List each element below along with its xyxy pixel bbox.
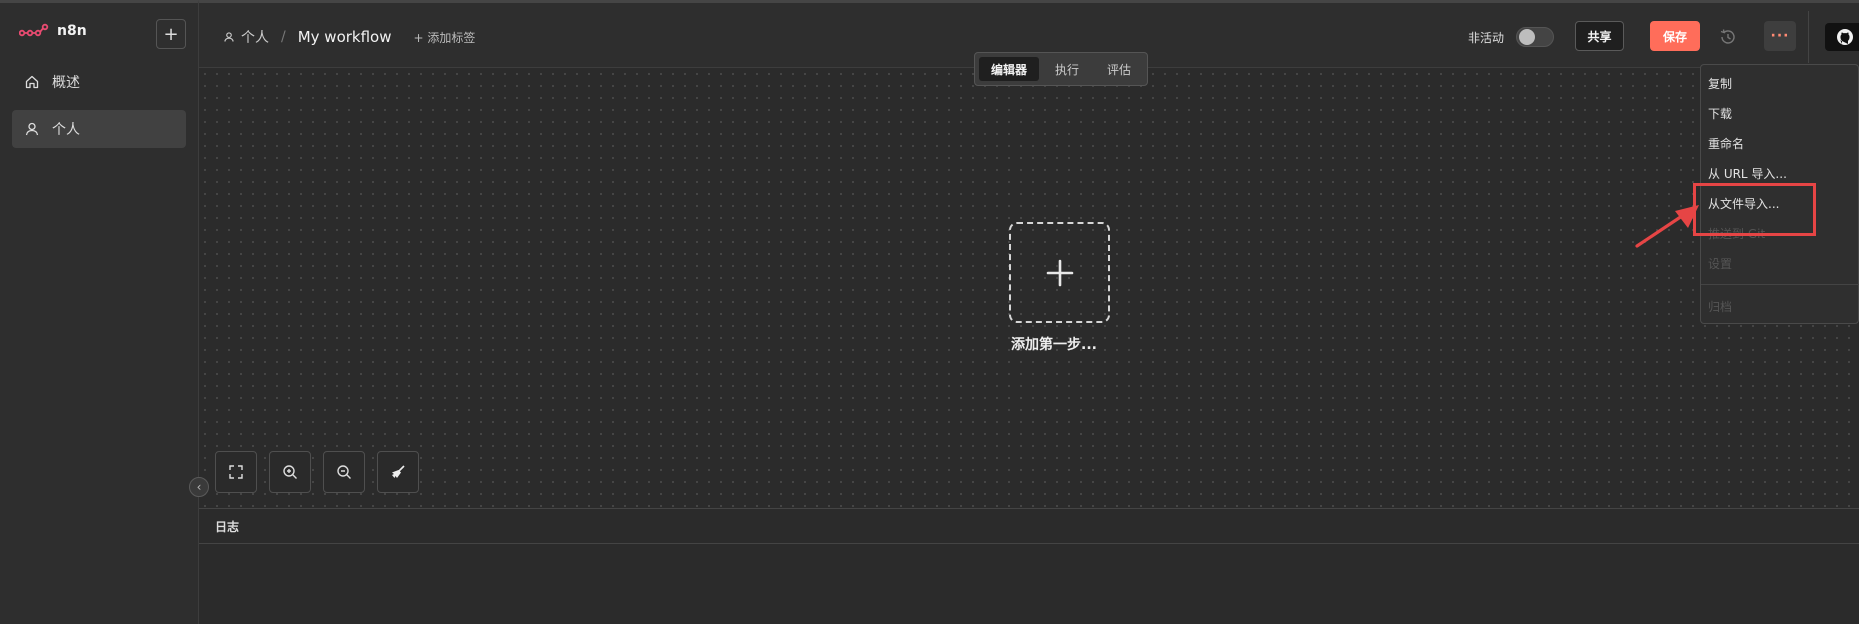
sidebar-item-overview[interactable]: 概述 [12,63,186,101]
sidebar-item-personal[interactable]: 个人 [12,110,186,148]
canvas-toolbar [215,451,419,493]
annotation-arrow-icon [1635,205,1699,248]
tab-executions[interactable]: 执行 [1043,57,1091,81]
share-button[interactable]: 共享 [1575,21,1624,51]
breadcrumb: 个人 / My workflow + 添加标签 [223,27,475,47]
save-button[interactable]: 保存 [1650,21,1700,51]
add-first-step-label: 添加第一步... [1011,337,1097,353]
history-icon[interactable] [1718,27,1738,47]
broom-icon [392,465,405,478]
add-first-step-button[interactable] [1009,222,1110,323]
menu-divider [1701,284,1859,285]
log-header[interactable]: 日志 [199,509,1859,544]
workflow-name[interactable]: My workflow [298,28,392,46]
log-panel: 日志 [199,508,1859,624]
menu-item-settings: 设置 [1708,257,1733,271]
tidy-up-button[interactable] [377,451,419,493]
home-icon [25,75,39,89]
header-divider [1808,11,1809,63]
annotation-highlight-box [1693,183,1816,236]
sidebar-item-label: 概述 [52,75,80,91]
menu-item-download[interactable]: 下载 [1708,105,1732,122]
menu-item-import-url[interactable]: 从 URL 导入... [1708,165,1787,182]
user-icon [224,32,234,42]
plus-icon [1046,259,1073,286]
view-tabs: 编辑器 执行 评估 [974,52,1149,86]
sidebar-item-label: 个人 [52,122,80,138]
active-status-label: 非活动 [1468,31,1505,45]
app-root: n8n + 概述 个人 ‹ 个人 / My workflow + 添加标签 非活… [0,0,1859,624]
active-toggle[interactable] [1516,27,1554,47]
fit-view-button[interactable] [215,451,257,493]
github-icon [1837,29,1853,45]
fullscreen-icon [229,465,243,479]
more-options-button[interactable]: ··· [1764,21,1796,51]
breadcrumb-separator: / [281,29,286,45]
tab-evaluations[interactable]: 评估 [1095,57,1143,81]
menu-item-duplicate[interactable]: 复制 [1708,75,1732,92]
user-icon [25,122,39,136]
logo[interactable]: n8n [19,23,87,39]
zoom-out-icon [337,465,351,479]
menu-item-archive: 归档 [1708,300,1733,314]
menu-item-rename[interactable]: 重命名 [1708,135,1744,152]
log-title: 日志 [215,519,240,534]
collapse-sidebar-button[interactable]: ‹ [189,477,209,497]
breadcrumb-project[interactable]: 个人 [241,27,269,47]
toggle-knob [1519,29,1535,45]
zoom-out-button[interactable] [323,451,365,493]
github-button[interactable] [1825,23,1859,51]
zoom-in-button[interactable] [269,451,311,493]
sidebar: n8n + 概述 个人 [0,0,199,624]
add-tag-button[interactable]: + 添加标签 [414,29,476,46]
logo-text: n8n [57,23,87,39]
zoom-in-icon [283,465,297,479]
add-button[interactable]: + [156,19,186,49]
n8n-logo-icon [19,23,49,37]
tab-editor[interactable]: 编辑器 [979,57,1040,81]
